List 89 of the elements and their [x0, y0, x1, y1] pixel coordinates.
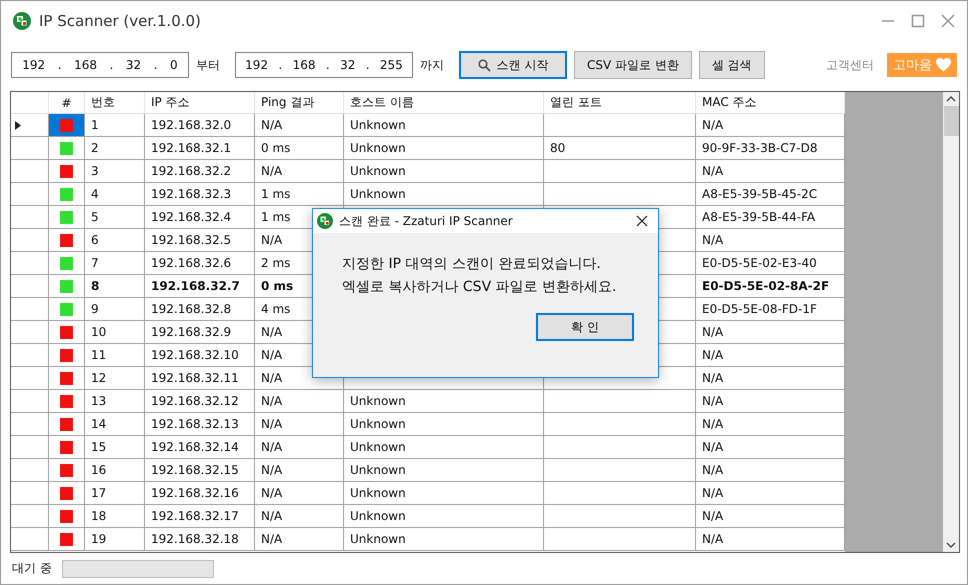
table-cell: 192.168.32.15 — [145, 459, 255, 481]
table-cell: 192.168.32.16 — [145, 482, 255, 504]
table-cell: 16 — [85, 459, 145, 481]
ok-button[interactable]: 확 인 — [536, 313, 634, 341]
table-cell: 1 ms — [255, 183, 344, 205]
ip-start-field[interactable]: 192 . 168 . 32 . 0 — [11, 52, 189, 78]
table-cell: Unknown — [350, 187, 406, 201]
table-cell: N/A — [255, 528, 344, 550]
toolbar-button[interactable]: CSV 파일로 변환 — [574, 51, 692, 79]
table-cell: 192.168.32.9 — [145, 321, 255, 343]
table-cell: 5 — [85, 206, 145, 228]
table-cell: Unknown — [350, 532, 406, 546]
table-cell: Unknown — [350, 486, 406, 500]
column-header[interactable]: # — [49, 92, 85, 113]
table-cell: Unknown — [350, 463, 406, 477]
table-cell: 192.168.32.18 — [145, 528, 255, 550]
table-cell: Unknown — [350, 394, 406, 408]
dialog-message: 지정한 IP 대역의 스캔이 완료되었습니다. — [342, 255, 602, 274]
table-cell: 10 — [85, 321, 145, 343]
table-cell: Unknown — [350, 141, 406, 155]
table-cell: 17 — [85, 482, 145, 504]
table-cell: 14 — [85, 413, 145, 435]
scrollbar[interactable] — [943, 92, 959, 552]
table-cell: 11 — [85, 344, 145, 366]
table-cell: 192.168.32.3 — [145, 183, 255, 205]
table-cell: 192.168.32.6 — [145, 252, 255, 274]
table-cell: N/A — [255, 459, 344, 481]
table-cell: N/A — [255, 413, 344, 435]
table-cell: 19 — [85, 528, 145, 550]
table-cell: 1 — [85, 114, 145, 136]
table-cell: N/A — [255, 482, 344, 504]
table-cell: 192.168.32.17 — [145, 505, 255, 527]
table-cell: 6 — [85, 229, 145, 251]
column-header[interactable]: IP 주소 — [145, 92, 255, 113]
window-title: IP Scanner (ver.1.0.0) — [39, 12, 201, 30]
table-cell: 12 — [85, 367, 145, 389]
table-cell: Unknown — [350, 118, 406, 132]
range-label: 까지 — [420, 56, 444, 74]
table-cell: 8 — [85, 275, 145, 297]
dialog-message: 엑셀로 복사하거나 CSV 파일로 변환하세요. — [342, 278, 618, 297]
scrollbar-thumb[interactable] — [944, 106, 958, 136]
column-header[interactable]: Ping 결과 — [255, 92, 344, 113]
table-cell: 192.168.32.12 — [145, 390, 255, 412]
table-cell: 0 ms — [255, 137, 344, 159]
table-cell: 192.168.32.13 — [145, 413, 255, 435]
table-cell: 7 — [85, 252, 145, 274]
table-cell: N/A — [255, 505, 344, 527]
table-cell: N/A — [255, 114, 344, 136]
range-label: 부터 — [196, 56, 220, 74]
table-cell: 80 — [550, 141, 566, 155]
table-cell: N/A — [255, 390, 344, 412]
table-cell: 192.168.32.7 — [145, 275, 255, 297]
table-cell: 4 — [85, 183, 145, 205]
table-cell: 192.168.32.2 — [145, 160, 255, 182]
table-cell: 192.168.32.4 — [145, 206, 255, 228]
search-icon — [478, 58, 491, 72]
current-row-icon — [15, 120, 21, 130]
close-icon[interactable] — [636, 215, 648, 227]
table-cell: 192.168.32.14 — [145, 436, 255, 458]
table-cell: N/A — [255, 436, 344, 458]
table-cell: Unknown — [350, 440, 406, 454]
table-cell: 9 — [85, 298, 145, 320]
column-header[interactable]: 번호 — [85, 92, 145, 113]
table-cell: 3 — [85, 160, 145, 182]
column-header[interactable]: 호스트 이름 — [344, 92, 544, 113]
table-cell: N/A — [255, 160, 344, 182]
maximize-icon[interactable] — [911, 14, 925, 28]
toolbar-button[interactable]: 셀 검색 — [698, 51, 765, 79]
support-link[interactable]: 고객센터 — [826, 56, 874, 74]
ip-end-field[interactable]: 192 . 168 . 32 . 255 — [235, 52, 413, 78]
app-icon — [13, 12, 31, 30]
table-cell: Unknown — [350, 164, 406, 178]
table-cell: 192.168.32.0 — [145, 114, 255, 136]
table-cell: 192.168.32.8 — [145, 298, 255, 320]
table-cell: Unknown — [350, 509, 406, 523]
table-cell: 2 — [85, 137, 145, 159]
table-cell: 13 — [85, 390, 145, 412]
table-cell: 192.168.32.5 — [145, 229, 255, 251]
status-text: 대기 중 — [12, 560, 52, 577]
heart-icon — [936, 58, 951, 72]
table-cell: 192.168.32.1 — [145, 137, 255, 159]
table-cell: 192.168.32.11 — [145, 367, 255, 389]
table-cell: 15 — [85, 436, 145, 458]
scan-button[interactable]: 스캔 시작 — [459, 51, 567, 79]
table-cell: 18 — [85, 505, 145, 527]
app-icon — [317, 213, 333, 229]
table-cell: 192.168.32.10 — [145, 344, 255, 366]
column-header[interactable]: 열린 포트 — [544, 92, 696, 113]
table-cell: Unknown — [350, 417, 406, 431]
